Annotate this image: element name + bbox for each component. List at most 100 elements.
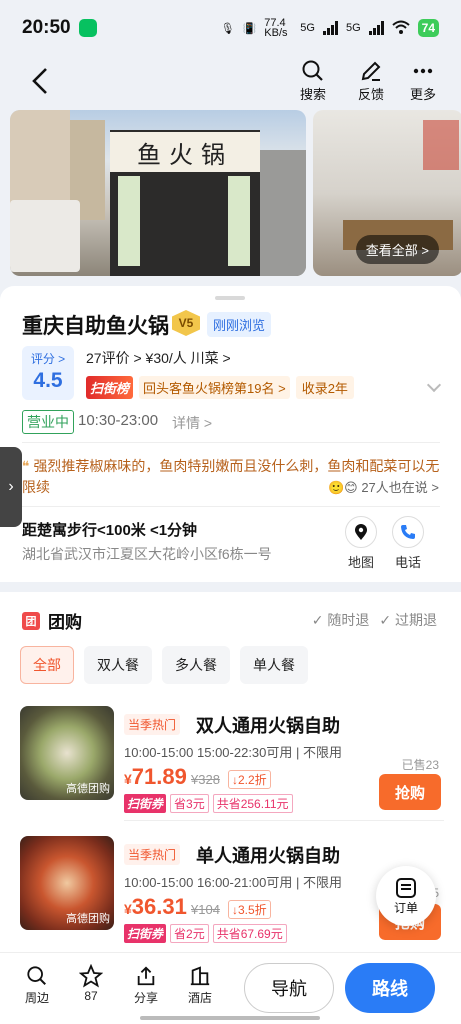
- divider: [22, 442, 440, 443]
- more-button[interactable]: 更多: [401, 58, 445, 103]
- edit-icon: [349, 58, 393, 84]
- score-label: 评分 >: [30, 352, 66, 366]
- hot-tag: 当季热门: [124, 844, 181, 865]
- collect-tag: 收录2年: [295, 376, 354, 399]
- expand-chevron-icon[interactable]: [426, 377, 442, 393]
- deal-discount: ↓2.2折: [228, 770, 271, 789]
- bottom-bar: 周边 87 分享 酒店 导航 路线: [0, 952, 461, 1024]
- recent-tag: 刚刚浏览: [207, 312, 272, 337]
- score-box[interactable]: 评分 > 4.5: [22, 346, 74, 400]
- deal-price: ¥36.31: [124, 894, 187, 919]
- coupon-total-save: 共省256.11元: [212, 794, 293, 813]
- avatars-icon: 🙂😊: [327, 480, 362, 495]
- phone-label: 电话: [394, 555, 421, 570]
- deal-sold: 已售23: [401, 758, 439, 772]
- coupon-total-save: 共省67.69元: [212, 924, 287, 943]
- refund-policy: ✓ 随时退 ✓ 过期退: [312, 610, 437, 630]
- share-button[interactable]: 分享: [126, 963, 166, 1006]
- deal-image: 高德团购: [20, 836, 114, 930]
- vibrate-icon: 📳: [242, 22, 257, 35]
- hours-details-link[interactable]: 详情 >: [172, 413, 212, 433]
- also-say-link[interactable]: 🙂😊 27人也在说 >: [328, 477, 439, 496]
- more-label: 更多: [409, 87, 436, 102]
- wall-posters: [423, 120, 459, 170]
- deal-name: 双人通用火锅自助: [196, 716, 340, 736]
- phone-button[interactable]: 电话: [388, 516, 428, 571]
- shop-photo-main[interactable]: 鱼火锅: [10, 110, 306, 276]
- shop-info-card: 重庆自助鱼火锅 V5 刚刚浏览 评分 > 4.5 27评价 > ¥30/人 川菜…: [0, 286, 461, 582]
- signal2-icon: [368, 21, 384, 35]
- map-button[interactable]: 地图: [341, 516, 381, 571]
- home-indicator[interactable]: [140, 1016, 320, 1020]
- divider: [124, 820, 444, 821]
- check-circle-icon: ✓: [379, 612, 395, 628]
- rank-row[interactable]: 扫街榜 回头客鱼火锅榜第19名 > 收录2年: [86, 376, 354, 399]
- favorite-button[interactable]: 87: [71, 963, 111, 1003]
- search-button[interactable]: 搜索: [291, 58, 335, 103]
- status-time: 20:50: [22, 17, 71, 38]
- hot-tag: 当季热门: [124, 714, 181, 735]
- view-all-button[interactable]: 查看全部 >: [355, 235, 439, 264]
- deal-image-caption: 高德团购: [66, 913, 110, 925]
- deal-image-caption: 高德团购: [66, 783, 110, 795]
- nearby-button[interactable]: 周边: [17, 963, 57, 1006]
- chip-multi[interactable]: 多人餐: [162, 646, 230, 684]
- business-hours: 10:30-23:00: [78, 412, 159, 429]
- deal-name: 单人通用火锅自助: [196, 846, 340, 866]
- sig2-label: 5G: [345, 22, 361, 34]
- shop-photo-interior[interactable]: 查看全部 >: [313, 110, 461, 276]
- more-dots-icon: [401, 58, 445, 84]
- shop-sign: 鱼火锅: [110, 132, 260, 172]
- deal-original-price: ¥104: [191, 902, 220, 917]
- groupon-title: 团 团购: [22, 608, 82, 633]
- address-text[interactable]: 湖北省武汉市江夏区大花岭小区f6栋一号: [22, 544, 272, 564]
- shop-name: 重庆自助鱼火锅: [22, 315, 169, 338]
- wifi-icon: [391, 20, 410, 37]
- distance-text: 距楚寓步行<100米 <1分钟: [22, 522, 198, 539]
- rank-tag: 扫街榜: [86, 376, 134, 399]
- coupon-tag: 扫街券: [124, 924, 167, 943]
- groupon-filter-chips: 全部 双人餐 多人餐 单人餐: [20, 646, 308, 684]
- net-speed: 77.4 KB/s: [264, 17, 288, 39]
- top-nav: 搜索 反馈 更多: [0, 56, 461, 106]
- deal-coupon-row: 扫街券 省2元 共省67.69元: [124, 924, 287, 943]
- deal-discount: ↓3.5折: [228, 900, 271, 919]
- search-icon: [291, 58, 335, 84]
- deal-item[interactable]: 高德团购 当季热门 双人通用火锅自助 10:00-15:00 15:00-22:…: [20, 704, 445, 814]
- chip-all[interactable]: 全部: [20, 646, 74, 684]
- refund-anytime: ✓ 随时退: [311, 612, 370, 628]
- banner-left: [118, 176, 140, 266]
- back-button[interactable]: [28, 66, 52, 96]
- order-icon: [396, 877, 416, 898]
- chip-double[interactable]: 双人餐: [84, 646, 152, 684]
- location-pin-icon: [345, 516, 377, 548]
- battery-icon: 74: [417, 19, 439, 37]
- order-fab[interactable]: 订单: [376, 866, 436, 926]
- route-button[interactable]: 路线: [345, 963, 435, 1013]
- navigate-button[interactable]: 导航: [244, 963, 334, 1013]
- feedback-label: 反馈: [357, 87, 384, 102]
- order-label: 订单: [393, 900, 418, 915]
- chip-single[interactable]: 单人餐: [240, 646, 308, 684]
- side-expand-tab[interactable]: ›: [0, 447, 22, 527]
- review-price-meta[interactable]: 27评价 > ¥30/人 川菜 >: [86, 348, 231, 368]
- deal-image: 高德团购: [20, 706, 114, 800]
- deal-usage: 10:00-15:00 15:00-22:30可用 | 不限用: [124, 745, 342, 760]
- hotel-button[interactable]: 酒店: [180, 963, 220, 1006]
- favorite-count: 87: [84, 989, 98, 1003]
- also-say-text: 27人也在说 >: [361, 480, 439, 495]
- search-icon: [17, 963, 57, 989]
- open-status-badge: 营业中: [22, 410, 74, 434]
- mic-icon: 🎙: [220, 22, 235, 35]
- star-icon: [71, 963, 111, 989]
- coupon-tag: 扫街券: [124, 794, 167, 813]
- buy-button[interactable]: 抢购: [379, 774, 441, 810]
- deal-price: ¥71.89: [124, 764, 187, 789]
- deal-coupon-row: 扫街券 省3元 共省256.11元: [124, 794, 293, 813]
- banner-right: [228, 176, 250, 266]
- search-label: 搜索: [299, 87, 326, 102]
- coupon-save: 省3元: [170, 794, 209, 813]
- drag-handle[interactable]: [215, 296, 245, 300]
- feedback-button[interactable]: 反馈: [349, 58, 393, 103]
- quote-icon: ❝: [22, 458, 34, 474]
